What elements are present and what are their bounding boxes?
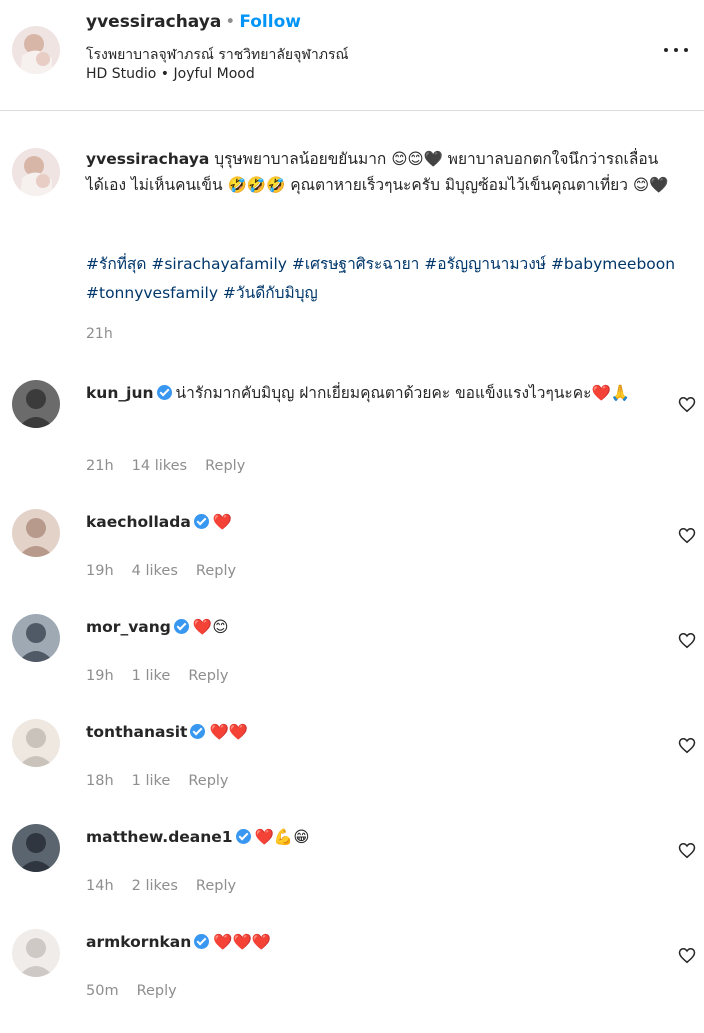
verified-badge-icon	[235, 829, 251, 844]
verified-badge-icon	[173, 619, 189, 634]
reply-button[interactable]: Reply	[188, 773, 228, 789]
heart-outline-icon[interactable]	[678, 737, 696, 754]
comment-item: armkornkan ❤️❤️❤️ 50m Reply	[0, 929, 704, 1033]
commenter-avatar[interactable]	[12, 614, 60, 662]
commenter-username[interactable]: kaechollada	[86, 513, 191, 531]
commenter-avatar[interactable]	[12, 824, 60, 872]
commenter-username[interactable]: tonthanasit	[86, 723, 187, 741]
comment-meta: 19h 4 likes Reply	[86, 563, 254, 579]
comment-meta: 14h 2 likes Reply	[86, 878, 254, 894]
caption-username[interactable]: yvessirachaya	[86, 150, 209, 168]
comment-text: armkornkan ❤️❤️❤️	[86, 929, 656, 955]
comment-timestamp: 19h	[86, 563, 114, 579]
caption-hashtags[interactable]: #รักที่สุด #sirachayafamily #เศรษฐาศิระฉ…	[86, 250, 676, 308]
comment-timestamp: 18h	[86, 773, 114, 789]
comment-body: น่ารักมากคับมิบุญ ฝากเยี่ยมคุณตาด้วยคะ ข…	[175, 384, 631, 402]
caption-text: yvessirachaya บุรุษพยาบาลน้อยขยันมาก 😊😊🖤…	[86, 146, 676, 198]
comment-body: ❤️	[212, 513, 233, 531]
comment-text: tonthanasit ❤️❤️	[86, 719, 656, 745]
comment-timestamp: 14h	[86, 878, 114, 894]
commenter-avatar[interactable]	[12, 380, 60, 428]
commenter-username[interactable]: matthew.deane1	[86, 828, 233, 846]
commenter-avatar[interactable]	[12, 509, 60, 557]
comment-text: matthew.deane1 ❤️💪😁	[86, 824, 656, 850]
commenter-avatar[interactable]	[12, 929, 60, 977]
comment-timestamp: 21h	[86, 458, 114, 474]
reply-button[interactable]: Reply	[137, 983, 177, 999]
heart-outline-icon[interactable]	[678, 842, 696, 859]
caption-avatar[interactable]	[12, 148, 60, 196]
comment-likes[interactable]: 14 likes	[132, 458, 187, 474]
comment-text: kun_jun น่ารักมากคับมิบุญ ฝากเยี่ยมคุณตาด…	[86, 380, 656, 406]
comment-body: ❤️💪😁	[254, 828, 310, 846]
comment-text: mor_vang ❤️😊	[86, 614, 656, 640]
comment-timestamp: 50m	[86, 983, 119, 999]
comment-likes[interactable]: 2 likes	[132, 878, 178, 894]
commenter-avatar[interactable]	[12, 719, 60, 767]
comment-body: ❤️❤️❤️	[213, 933, 272, 951]
author-avatar[interactable]	[12, 26, 60, 74]
verified-badge-icon	[156, 385, 172, 400]
comment-meta: 21h 14 likes Reply	[86, 458, 263, 474]
reply-button[interactable]: Reply	[205, 458, 245, 474]
reply-button[interactable]: Reply	[188, 668, 228, 684]
more-options-icon[interactable]	[662, 40, 690, 60]
verified-badge-icon	[194, 934, 210, 949]
post-header: yvessirachaya • Follow โรงพยาบาลจุฬาภรณ์ ร…	[0, 0, 704, 111]
verified-badge-icon	[193, 514, 209, 529]
heart-outline-icon[interactable]	[678, 527, 696, 544]
heart-outline-icon[interactable]	[678, 396, 696, 413]
comment-likes[interactable]: 4 likes	[132, 563, 178, 579]
comment-meta: 18h 1 like Reply	[86, 773, 247, 789]
reply-button[interactable]: Reply	[196, 563, 236, 579]
comment-item: kaechollada ❤️ 19h 4 likes Reply	[0, 509, 704, 613]
comment-item: matthew.deane1 ❤️💪😁 14h 2 likes Reply	[0, 824, 704, 928]
comment-meta: 19h 1 like Reply	[86, 668, 247, 684]
caption-timestamp: 21h	[86, 326, 113, 342]
commenter-username[interactable]: armkornkan	[86, 933, 191, 951]
commenter-username[interactable]: mor_vang	[86, 618, 171, 636]
separator-dot: •	[225, 12, 236, 32]
comment-likes[interactable]: 1 like	[132, 773, 171, 789]
comment-text: kaechollada ❤️	[86, 509, 656, 535]
comment-body: ❤️❤️	[209, 723, 249, 741]
heart-outline-icon[interactable]	[678, 632, 696, 649]
comment-body: ❤️😊	[192, 618, 229, 636]
location-link[interactable]: โรงพยาบาลจุฬาภรณ์ ราชวิทยาลัยจุฬาภรณ์	[86, 44, 349, 66]
commenter-username[interactable]: kun_jun	[86, 384, 154, 402]
follow-button[interactable]: Follow	[239, 12, 301, 32]
comment-timestamp: 19h	[86, 668, 114, 684]
comment-item: mor_vang ❤️😊 19h 1 like Reply	[0, 614, 704, 718]
header-title-row: yvessirachaya • Follow	[86, 12, 301, 32]
reply-button[interactable]: Reply	[196, 878, 236, 894]
comment-item: kun_jun น่ารักมากคับมิบุญ ฝากเยี่ยมคุณตาด…	[0, 380, 704, 484]
audio-track-link[interactable]: HD Studio • Joyful Mood	[86, 66, 255, 82]
comment-meta: 50m Reply	[86, 983, 195, 999]
verified-badge-icon	[190, 724, 206, 739]
comment-item: tonthanasit ❤️❤️ 18h 1 like Reply	[0, 719, 704, 823]
comment-likes[interactable]: 1 like	[132, 668, 171, 684]
heart-outline-icon[interactable]	[678, 947, 696, 964]
author-username[interactable]: yvessirachaya	[86, 12, 221, 32]
